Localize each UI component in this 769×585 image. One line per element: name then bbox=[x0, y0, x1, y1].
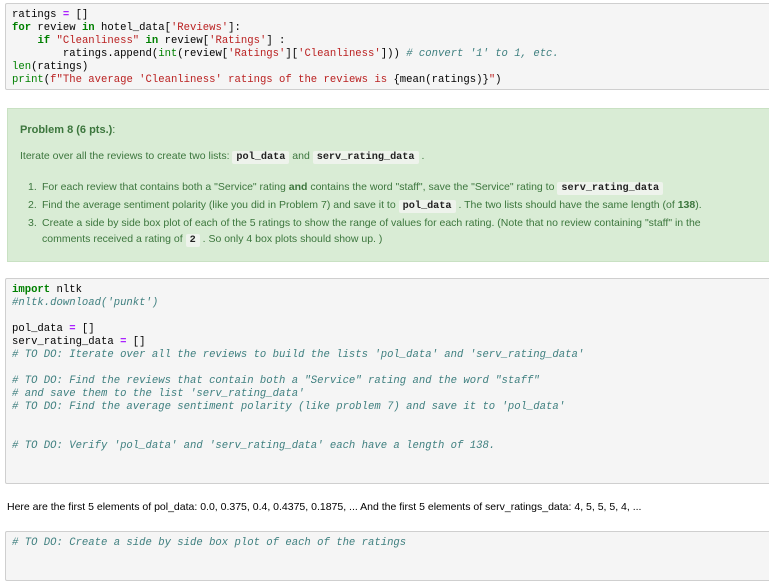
code-token: # TO DO: Verify 'pol_data' and 'serv_rat… bbox=[12, 440, 496, 452]
code-token: print bbox=[12, 74, 44, 86]
code-token: #nltk.download('punkt') bbox=[12, 297, 159, 309]
code-token: pol_data bbox=[12, 323, 70, 335]
code-token: if bbox=[37, 35, 51, 47]
code-token: # and save them to the list 'serv_rating… bbox=[12, 388, 305, 400]
info-text: Here are the first 5 elements of pol_dat… bbox=[7, 501, 642, 513]
code-token: # TO DO: Iterate over all the reviews to… bbox=[12, 349, 585, 361]
code-line: # TO DO: Find the reviews that contain b… bbox=[12, 375, 764, 388]
inline-code-pol-data: pol_data bbox=[232, 151, 290, 164]
code-line: for review in hotel_data['Reviews']: bbox=[12, 22, 764, 35]
code-token: # TO DO: Find the average sentiment pola… bbox=[12, 401, 566, 413]
code-line: print(f"The average 'Cleanliness' rating… bbox=[12, 74, 764, 87]
code-token: 'Reviews' bbox=[170, 22, 229, 34]
inline-code-serv-rating-data: serv_rating_data bbox=[312, 151, 419, 164]
code-cell-cleanliness[interactable]: ratings = [] for review in hotel_data['Re… bbox=[5, 3, 769, 90]
code-token: [] bbox=[75, 323, 95, 335]
code-token: ) bbox=[495, 74, 502, 86]
list-item-continuation: comments received a rating of 2 . So onl… bbox=[42, 233, 383, 247]
code-token: in bbox=[81, 22, 95, 34]
code-line: # TO DO: Iterate over all the reviews to… bbox=[12, 349, 764, 362]
code-token: 'Ratings' bbox=[228, 48, 286, 60]
code-token: nltk bbox=[50, 284, 82, 296]
code-line: # TO DO: Find the average sentiment pola… bbox=[12, 401, 764, 414]
code-token: ] : bbox=[266, 35, 286, 47]
code-token: # TO DO: Create a side by side box plot … bbox=[12, 537, 407, 549]
code-token: ])) bbox=[380, 48, 407, 60]
code-token: (ratings) bbox=[31, 61, 89, 73]
code-token: in bbox=[145, 35, 159, 47]
code-token: # TO DO: Find the reviews that contain b… bbox=[12, 375, 540, 387]
code-token: ]: bbox=[228, 22, 241, 34]
code-token: ][ bbox=[285, 48, 299, 60]
list-item: 1. For each review that contains both a "… bbox=[28, 179, 760, 197]
list-item: 2. Find the average sentiment polarity (l… bbox=[28, 199, 702, 213]
code-token: [] bbox=[126, 336, 146, 348]
problem-intro: Iterate over all the reviews to create t… bbox=[20, 150, 425, 164]
code-token: import bbox=[12, 284, 51, 296]
code-line: ratings = [] bbox=[12, 9, 764, 22]
code-token: [] bbox=[69, 9, 89, 21]
code-token: 'Ratings' bbox=[209, 35, 267, 47]
code-token: review bbox=[31, 22, 82, 34]
code-line: #nltk.download('punkt') bbox=[12, 297, 764, 310]
code-token: review[ bbox=[158, 35, 210, 47]
code-token: serv_rating_data bbox=[12, 336, 121, 348]
problem-8-markdown-cell: Problem 8 (6 pts.): Iterate over all the… bbox=[7, 108, 769, 262]
code-line: if "Cleanliness" in review['Ratings'] : bbox=[12, 35, 764, 48]
code-token: ratings.append( bbox=[12, 48, 159, 60]
list-item: 3. Create a side by side box plot of each… bbox=[28, 217, 701, 229]
code-cell-box-plot[interactable]: # TO DO: Create a side by side box plot … bbox=[5, 531, 769, 581]
problem-title: Problem 8 (6 pts.): bbox=[20, 124, 116, 136]
code-line: ratings.append(int(review['Ratings']['Cl… bbox=[12, 48, 764, 61]
code-line: # TO DO: Verify 'pol_data' and 'serv_rat… bbox=[12, 440, 764, 453]
code-token: len bbox=[12, 61, 32, 73]
code-line: serv_rating_data = [] bbox=[12, 336, 764, 349]
code-token: 'Cleanliness' bbox=[298, 48, 381, 60]
code-line: import nltk bbox=[12, 284, 764, 297]
code-token: int bbox=[158, 48, 178, 60]
code-token: ratings bbox=[12, 9, 63, 21]
instructions-list: 1. For each review that contains both a "… bbox=[28, 179, 760, 249]
code-token: "Cleanliness" bbox=[56, 35, 140, 47]
code-cell-problem-8[interactable]: import nltk #nltk.download('punkt') pol_da… bbox=[5, 278, 769, 484]
code-token: {mean(ratings)} bbox=[393, 74, 489, 86]
code-token: for bbox=[12, 22, 32, 34]
code-token: # convert '1' to 1, etc. bbox=[406, 48, 559, 60]
code-line: pol_data = [] bbox=[12, 323, 764, 336]
code-line: # TO DO: Create a side by side box plot … bbox=[12, 537, 764, 550]
code-line: # and save them to the list 'serv_rating… bbox=[12, 388, 764, 401]
code-token: hotel_data[ bbox=[94, 22, 171, 34]
code-token: (review[ bbox=[177, 48, 229, 60]
code-line: len(ratings) bbox=[12, 61, 764, 74]
code-token: f"The average 'Cleanliness' ratings of t… bbox=[50, 74, 394, 86]
